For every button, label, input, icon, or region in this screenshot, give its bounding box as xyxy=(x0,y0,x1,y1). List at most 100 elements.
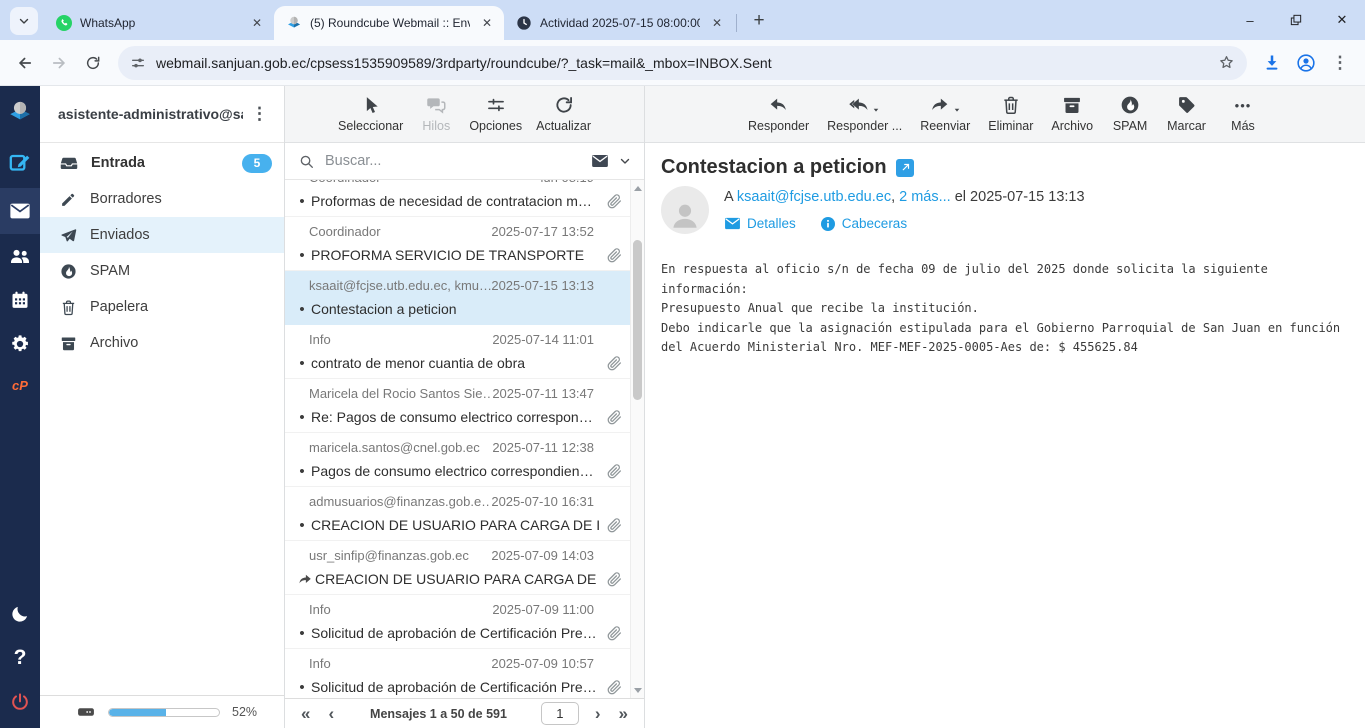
open-in-new-window-button[interactable] xyxy=(896,159,914,177)
tab-actividad[interactable]: Actividad 2025-07-15 08:00:00 ✕ xyxy=(504,6,734,40)
logout-button[interactable] xyxy=(0,680,40,724)
archive-button[interactable]: Archivo xyxy=(1044,93,1100,135)
downloads-button[interactable] xyxy=(1255,46,1289,80)
rail-settings-button[interactable] xyxy=(0,322,40,366)
message-list-item[interactable]: Maricela del Rocio Santos Sie… 2025-07-1… xyxy=(285,379,630,433)
unread-count-badge: 5 xyxy=(242,154,272,173)
tab-strip: WhatsApp ✕ (5) Roundcube Webmail :: Envi… xyxy=(0,0,1365,40)
button-label: Archivo xyxy=(1051,119,1093,133)
profile-button[interactable] xyxy=(1289,46,1323,80)
folder-entrada[interactable]: Entrada 5 xyxy=(40,145,284,181)
refresh-button[interactable]: Actualizar xyxy=(529,93,598,135)
folder-spam[interactable]: SPAM xyxy=(40,253,284,289)
folder-enviados[interactable]: Enviados xyxy=(40,217,284,253)
quota-bar xyxy=(108,708,220,717)
message-list-item[interactable]: Coordinador lun 08:19 • Proformas de nec… xyxy=(285,180,630,217)
last-page-button[interactable]: » xyxy=(617,705,630,722)
back-icon xyxy=(16,54,34,72)
external-link-icon xyxy=(899,162,911,174)
recipient-email-link[interactable]: ksaait@fcjse.utb.edu.ec xyxy=(737,189,891,205)
search-options-chevron-ic[interactable] xyxy=(618,154,632,168)
mark-button[interactable]: Marcar xyxy=(1160,93,1213,135)
message-list-item[interactable]: Info 2025-07-09 10:57 • Solicitud de apr… xyxy=(285,649,630,698)
message-list-item[interactable]: Info 2025-07-09 11:00 • Solicitud de apr… xyxy=(285,595,630,649)
more-recipients-link[interactable]: 2 más... xyxy=(899,189,951,205)
reply-all-button[interactable]: Responder ... xyxy=(820,93,909,135)
tab-search-button[interactable] xyxy=(10,7,38,35)
new-tab-button[interactable]: + xyxy=(745,7,773,35)
forwarded-icon xyxy=(295,572,313,587)
dropdown-caret-icon[interactable] xyxy=(871,105,881,115)
message-list-item[interactable]: Info 2025-07-14 11:01 • contrato de meno… xyxy=(285,325,630,379)
more-button[interactable]: ••• Más xyxy=(1217,93,1269,135)
reply-button[interactable]: Responder xyxy=(741,93,816,135)
recipient-line: A ksaait@fcjse.utb.edu.ec, 2 más... el 2… xyxy=(724,189,1085,205)
prev-page-button[interactable]: ‹ xyxy=(326,705,336,722)
search-scope-mail-icon[interactable] xyxy=(591,152,609,170)
message-date: 2025-07-11 12:38 xyxy=(492,440,594,455)
message-list-item[interactable]: maricela.santos@cnel.gob.ec 2025-07-11 1… xyxy=(285,433,630,487)
rail-contacts-button[interactable] xyxy=(0,234,40,278)
delete-button[interactable]: Eliminar xyxy=(981,93,1040,135)
dark-mode-button[interactable] xyxy=(0,592,40,636)
compose-button[interactable] xyxy=(0,138,40,188)
threads-button[interactable]: Hilos xyxy=(410,93,462,135)
account-menu-button[interactable]: ⋮ xyxy=(243,102,276,126)
cpanel-logo[interactable]: cP xyxy=(0,366,40,404)
scrollbar-thumb[interactable] xyxy=(633,240,642,400)
message-subject: Re: Pagos de consumo electrico correspon… xyxy=(311,409,601,425)
message-subject: Pagos de consumo electrico correspondien… xyxy=(311,463,601,479)
options-button[interactable]: Opciones xyxy=(462,93,529,135)
message-list-item[interactable]: admusuarios@finanzas.gob.e… 2025-07-10 1… xyxy=(285,487,630,541)
list-scrollbar[interactable] xyxy=(630,180,644,698)
back-button[interactable] xyxy=(8,46,42,80)
tab-close-icon[interactable]: ✕ xyxy=(708,14,726,32)
dropdown-caret-icon[interactable] xyxy=(952,105,962,115)
help-button[interactable]: ? xyxy=(0,636,40,680)
archive-box-icon xyxy=(1062,95,1082,115)
button-label: Actualizar xyxy=(536,119,591,133)
app-rail: cP ? xyxy=(0,86,40,728)
message-list-item[interactable]: ksaait@fcjse.utb.edu.ec, kmu… 2025-07-15… xyxy=(285,271,630,325)
select-button[interactable]: Seleccionar xyxy=(331,93,410,135)
folder-label: Archivo xyxy=(90,335,272,351)
calendar-icon xyxy=(10,290,30,310)
minimize-button[interactable]: – xyxy=(1227,0,1273,40)
rail-calendar-button[interactable] xyxy=(0,278,40,322)
url-text[interactable]: webmail.sanjuan.gob.ec/cpsess1535909589/… xyxy=(156,55,1218,71)
chevron-down-icon xyxy=(17,14,31,28)
tab-close-icon[interactable]: ✕ xyxy=(478,14,496,32)
address-bar[interactable]: webmail.sanjuan.gob.ec/cpsess1535909589/… xyxy=(118,46,1247,80)
reload-icon xyxy=(85,55,101,71)
forward-button[interactable]: Reenviar xyxy=(913,93,977,135)
next-page-button[interactable]: › xyxy=(593,705,603,722)
site-settings-icon[interactable] xyxy=(130,55,146,71)
tab-roundcube[interactable]: (5) Roundcube Webmail :: Envia ✕ xyxy=(274,6,504,40)
sliders-icon xyxy=(486,95,506,115)
restore-button[interactable] xyxy=(1273,0,1319,40)
scrollbar-down-icon[interactable] xyxy=(631,684,644,696)
page-number-input[interactable] xyxy=(541,702,579,725)
first-page-button[interactable]: « xyxy=(299,705,312,722)
window-controls: – ✕ xyxy=(1227,0,1365,40)
reload-button[interactable] xyxy=(76,46,110,80)
folder-papelera[interactable]: Papelera xyxy=(40,289,284,325)
spam-button[interactable]: SPAM xyxy=(1104,93,1156,135)
folder-borradores[interactable]: Borradores xyxy=(40,181,284,217)
folder-archivo[interactable]: Archivo xyxy=(40,325,284,361)
search-input[interactable] xyxy=(323,152,582,170)
message-list-item[interactable]: usr_sinfip@finanzas.gob.ec 2025-07-09 14… xyxy=(285,541,630,595)
quota-fill xyxy=(109,709,166,716)
scrollbar-up-icon[interactable] xyxy=(631,182,644,194)
close-window-button[interactable]: ✕ xyxy=(1319,0,1365,40)
browser-menu-button[interactable]: ⋮ xyxy=(1323,46,1357,80)
button-label: Más xyxy=(1231,119,1255,133)
tab-whatsapp[interactable]: WhatsApp ✕ xyxy=(44,6,274,40)
message-list-item[interactable]: Coordinador 2025-07-17 13:52 • PROFORMA … xyxy=(285,217,630,271)
bookmark-star-icon[interactable] xyxy=(1218,54,1235,71)
tab-close-icon[interactable]: ✕ xyxy=(248,14,266,32)
headers-toggle[interactable]: Cabeceras xyxy=(820,215,907,232)
rail-mail-button[interactable] xyxy=(0,188,40,234)
details-toggle[interactable]: Detalles xyxy=(724,215,796,232)
forward-button[interactable] xyxy=(42,46,76,80)
